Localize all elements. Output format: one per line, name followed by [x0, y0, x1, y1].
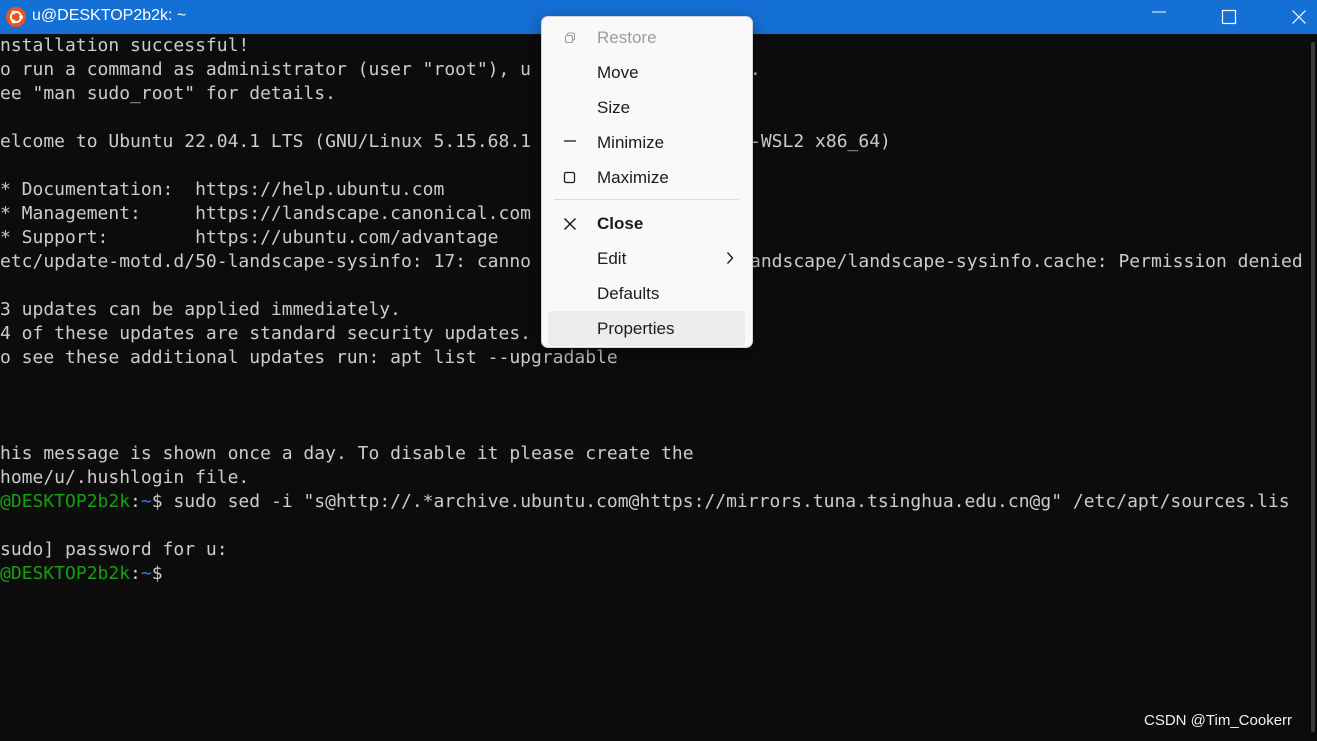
system-context-menu: Restore Move Size Minimize Maximize Clos… — [541, 16, 753, 348]
terminal-line: nstallation successful! — [0, 35, 250, 56]
terminal-line: 3 updates can be applied immediately. — [0, 299, 401, 320]
terminal-line: 4 of these updates are standard security… — [0, 323, 532, 344]
terminal-line: his message is shown once a day. To disa… — [0, 443, 694, 464]
terminal-line: elcome to Ubuntu 22.04.1 LTS (GNU/Linux … — [0, 131, 532, 152]
menu-item-label: Close — [597, 214, 644, 233]
terminal-line: * Management: https://landscape.canonica… — [0, 203, 532, 224]
current-prompt[interactable]: @DESKTOP2b2k:~$ — [0, 562, 163, 586]
menu-item-label: Edit — [597, 249, 627, 268]
menu-item-close[interactable]: Close — [548, 206, 745, 241]
prompt-symbol: $ — [151, 491, 163, 512]
menu-item-properties[interactable]: Properties — [548, 311, 745, 346]
terminal-line: * Documentation: https://help.ubuntu.com — [0, 179, 445, 200]
scroll-thumb[interactable] — [1311, 42, 1315, 732]
terminal-line-fragment: andscape/landscape-sysinfo.cache: Permis… — [750, 251, 1303, 272]
terminal-line: ee "man sudo_root" for details. — [0, 83, 336, 104]
prompt-path: ~ — [140, 491, 152, 512]
prompt-user-host: @DESKTOP2b2k — [0, 491, 131, 512]
restore-icon — [562, 30, 578, 46]
minimize-icon — [1152, 11, 1166, 13]
close-icon — [1292, 10, 1306, 24]
menu-separator — [554, 199, 739, 200]
vertical-scrollbar[interactable] — [1310, 34, 1317, 741]
command-line: @DESKTOP2b2k:~$ sudo sed -i "s@http://.*… — [0, 490, 1290, 514]
menu-item-label: Minimize — [597, 133, 665, 152]
terminal-line: * Support: https://ubuntu.com/advantage — [0, 227, 499, 248]
maximize-icon — [1221, 9, 1237, 25]
menu-item-label: Restore — [597, 28, 657, 47]
chevron-right-icon — [724, 251, 736, 270]
minimize-icon — [562, 135, 578, 151]
command-text: sudo sed -i "s@http://.*archive.ubuntu.c… — [162, 491, 1290, 512]
maximize-button[interactable] — [1206, 0, 1252, 34]
terminal-line: o run a command as administrator (user "… — [0, 59, 532, 80]
menu-item-minimize[interactable]: Minimize — [548, 125, 745, 160]
prompt-colon: : — [130, 563, 141, 584]
menu-item-restore[interactable]: Restore — [548, 20, 745, 55]
menu-item-label: Properties — [597, 319, 675, 338]
minimize-button[interactable] — [1136, 0, 1182, 34]
password-prompt: sudo] password for u: — [0, 539, 228, 560]
menu-item-label: Defaults — [597, 284, 660, 303]
menu-item-label: Size — [597, 98, 631, 117]
menu-item-label: Maximize — [597, 168, 669, 187]
ubuntu-icon[interactable] — [6, 7, 26, 27]
menu-item-move[interactable]: Move — [548, 55, 745, 90]
prompt-user-host: @DESKTOP2b2k — [0, 563, 131, 584]
maximize-icon — [562, 170, 578, 186]
terminal-line: o see these additional updates run: apt … — [0, 347, 618, 368]
prompt-path: ~ — [140, 563, 152, 584]
prompt-colon: : — [130, 491, 141, 512]
menu-item-maximize[interactable]: Maximize — [548, 160, 745, 195]
prompt-symbol: $ — [151, 563, 163, 584]
terminal-line-fragment: -WSL2 x86_64) — [750, 131, 891, 152]
menu-item-defaults[interactable]: Defaults — [548, 276, 745, 311]
menu-item-label: Move — [597, 63, 639, 82]
close-icon — [562, 216, 578, 232]
menu-item-size[interactable]: Size — [548, 90, 745, 125]
menu-item-edit[interactable]: Edit — [548, 241, 745, 276]
watermark: CSDN @Tim_Cookerr — [1144, 712, 1293, 729]
window-title: u@DESKTOP2b2k: ~ — [32, 7, 187, 24]
terminal-line: home/u/.hushlogin file. — [0, 467, 250, 488]
terminal-line: etc/update-motd.d/50-landscape-sysinfo: … — [0, 251, 532, 272]
close-button[interactable] — [1276, 0, 1317, 34]
